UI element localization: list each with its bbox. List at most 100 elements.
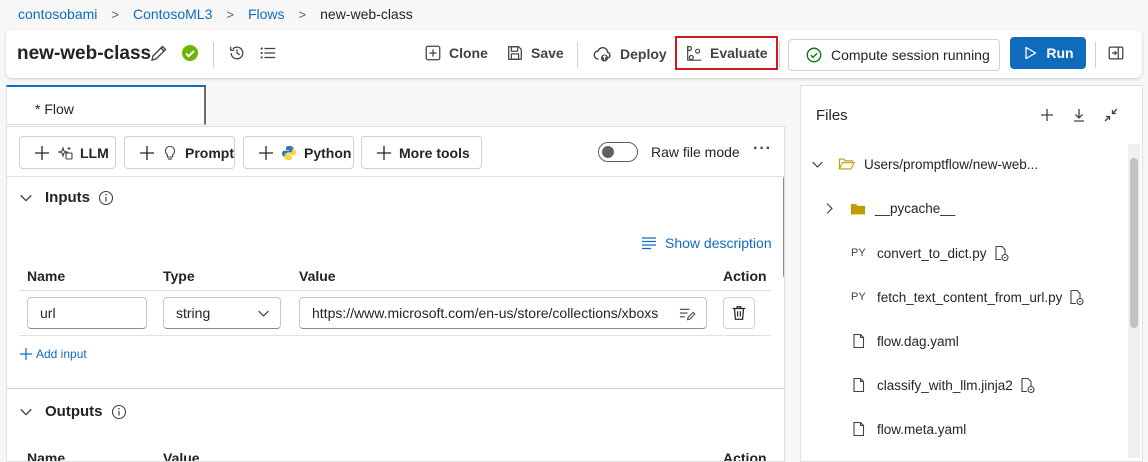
breadcrumb-flows[interactable]: Flows [248, 6, 285, 22]
flow-header: new-web-class Clone Save Deploy Evaluate [6, 30, 1142, 78]
output-column-header-value: Value [163, 450, 200, 462]
file-tree-item-classify-with-llm[interactable]: classify_with_llm.jinja2 [851, 377, 1035, 393]
clone-label: Clone [449, 45, 488, 61]
deploy-button[interactable]: Deploy [593, 44, 667, 64]
file-label: flow.meta.yaml [877, 421, 967, 437]
column-header-name: Name [27, 268, 66, 284]
save-button[interactable]: Save [506, 44, 564, 62]
save-icon [506, 44, 524, 62]
llm-icon [57, 145, 73, 161]
download-icon[interactable] [1070, 106, 1088, 124]
pencil-icon[interactable] [149, 43, 169, 63]
file-tree-folder-pycache[interactable]: __pycache__ [823, 201, 955, 216]
more-tools-button[interactable]: More tools [361, 136, 482, 169]
clone-icon [424, 44, 442, 62]
add-llm-button[interactable]: LLM [19, 136, 116, 169]
check-circle-icon [805, 46, 823, 64]
breadcrumb-workspace[interactable]: contosobami [18, 6, 97, 22]
file-link-icon [993, 245, 1009, 261]
file-tree-item-flow-meta[interactable]: flow.meta.yaml [851, 421, 966, 437]
evaluate-button[interactable]: Evaluate [675, 36, 778, 70]
input-value-text: https://www.microsoft.com/en-us/store/co… [312, 305, 659, 321]
outputs-title: Outputs [45, 403, 103, 420]
inputs-title: Inputs [45, 189, 90, 206]
files-title: Files [816, 107, 848, 124]
breadcrumb-separator: > [298, 6, 307, 22]
file-label: classify_with_llm.jinja2 [877, 377, 1013, 393]
file-link-icon [1019, 377, 1035, 393]
breadcrumb-project[interactable]: ContosoML3 [133, 6, 212, 22]
tools-toolbar: LLM Prompt Python More tools Raw file mo… [7, 127, 784, 177]
editor-scrollbar[interactable] [783, 175, 784, 279]
breadcrumb-separator: > [226, 6, 234, 22]
breadcrumb-separator: > [111, 6, 119, 22]
add-input-label: Add input [36, 347, 87, 361]
input-value-field[interactable]: https://www.microsoft.com/en-us/store/co… [299, 297, 707, 329]
tab-flow[interactable]: * Flow [6, 85, 206, 125]
bulb-icon [162, 145, 178, 161]
evaluate-icon [685, 44, 703, 62]
plus-icon [34, 145, 50, 161]
chevron-down-icon [19, 405, 33, 419]
flow-tab-bar: * Flow [6, 85, 784, 125]
plus-icon [139, 145, 155, 161]
plus-icon [258, 145, 274, 161]
file-icon [851, 421, 867, 437]
play-icon [1022, 45, 1038, 61]
inputs-section-header[interactable]: Inputs [19, 189, 114, 206]
panel-toggle-icon[interactable] [1107, 44, 1125, 62]
chevron-down-icon [257, 307, 270, 320]
info-icon[interactable] [111, 404, 127, 420]
input-type-value: string [176, 305, 211, 321]
description-icon [641, 235, 657, 251]
column-header-value: Value [299, 268, 336, 284]
save-label: Save [531, 45, 564, 61]
file-tree-item-fetch-text-content[interactable]: PY fetch_text_content_from_url.py [851, 289, 1084, 305]
clone-button[interactable]: Clone [424, 44, 488, 62]
evaluate-label: Evaluate [710, 45, 768, 61]
input-name-field[interactable]: url [27, 297, 147, 329]
files-panel: Files Users/promptflow/new-web... __pyca… [800, 85, 1143, 462]
show-description-button[interactable]: Show description [641, 235, 772, 251]
file-label: __pycache__ [875, 201, 956, 216]
more-options-button[interactable]: ··· [753, 140, 772, 158]
input-type-dropdown[interactable]: string [163, 297, 281, 329]
python-label: Python [304, 144, 352, 161]
raw-file-mode-toggle[interactable] [598, 142, 638, 162]
page-title: new-web-class [17, 43, 152, 64]
llm-label: LLM [80, 144, 109, 161]
delete-input-button[interactable] [723, 297, 755, 329]
show-description-label: Show description [665, 235, 772, 251]
list-icon[interactable] [259, 44, 277, 62]
folder-open-icon [838, 156, 856, 172]
history-icon[interactable] [228, 44, 246, 62]
plus-icon[interactable] [1038, 106, 1056, 124]
compute-session-status-button[interactable]: Compute session running [788, 39, 1000, 71]
add-prompt-button[interactable]: Prompt [124, 136, 235, 169]
outputs-section-header[interactable]: Outputs [19, 403, 127, 420]
python-icon [281, 145, 297, 161]
files-scrollbar[interactable] [1128, 144, 1140, 458]
chevron-down-icon [19, 191, 33, 205]
run-button[interactable]: Run [1010, 37, 1086, 69]
edit-value-icon[interactable] [679, 306, 696, 322]
toggle-knob [602, 146, 614, 158]
file-tree-item-flow-dag[interactable]: flow.dag.yaml [851, 333, 959, 349]
output-column-header-action: Action [723, 450, 767, 462]
breadcrumb-current: new-web-class [320, 6, 413, 22]
folder-icon [850, 202, 866, 216]
chevron-down-icon [811, 158, 824, 171]
file-tree-root[interactable]: Users/promptflow/new-web... [811, 156, 1038, 172]
collapse-icon[interactable] [1102, 106, 1120, 124]
file-tree-item-convert-to-dict[interactable]: PY convert_to_dict.py [851, 245, 1009, 261]
compute-status-label: Compute session running [831, 47, 990, 63]
file-icon [851, 333, 867, 349]
raw-file-mode-label: Raw file mode [651, 144, 740, 160]
info-icon[interactable] [98, 190, 114, 206]
files-scrollbar-thumb[interactable] [1130, 158, 1138, 328]
output-column-header-name: Name [27, 450, 66, 462]
add-input-button[interactable]: Add input [19, 347, 87, 361]
file-label: convert_to_dict.py [877, 245, 987, 261]
plus-icon [376, 145, 392, 161]
add-python-button[interactable]: Python [243, 136, 354, 169]
